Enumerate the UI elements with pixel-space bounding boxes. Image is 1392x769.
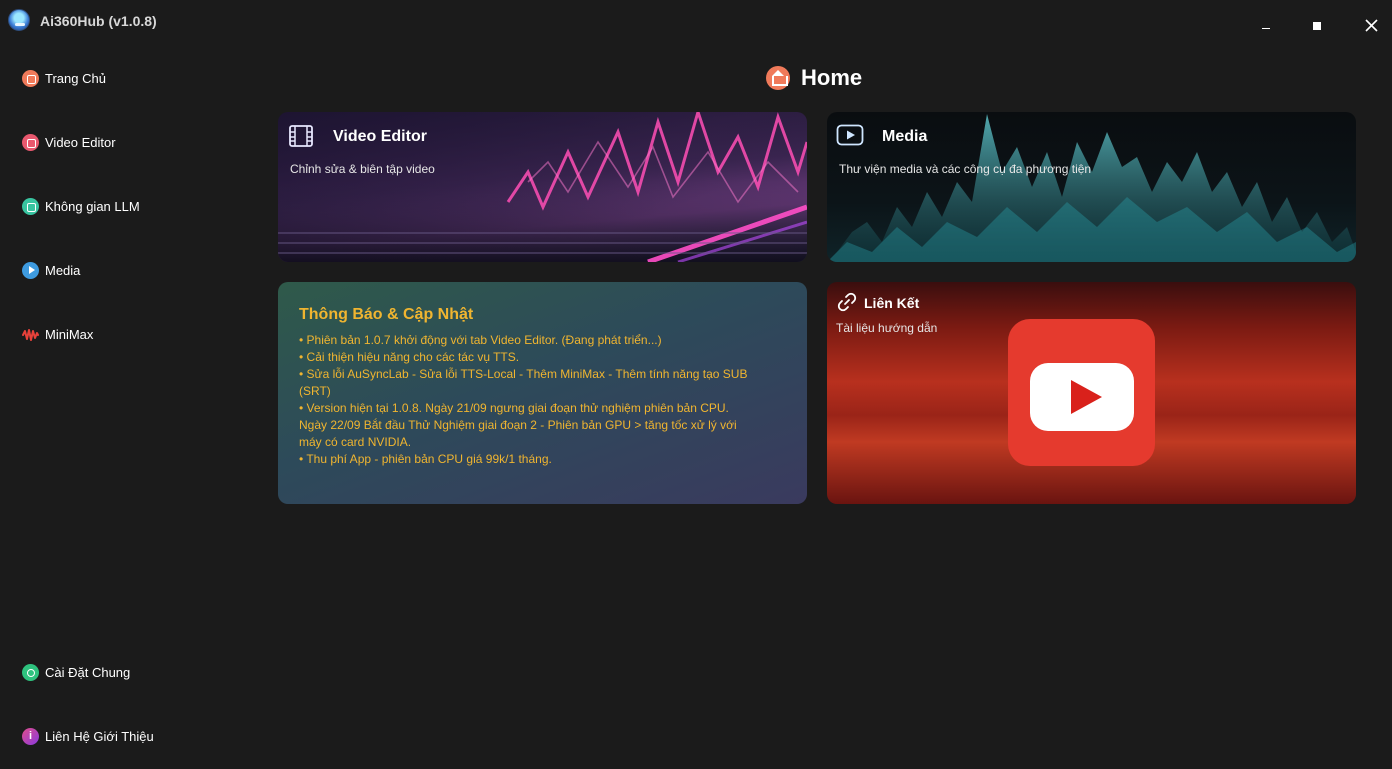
sidebar-item-label: Cài Đặt Chung	[45, 664, 131, 680]
sidebar: Trang Chủ Video Editor Không gian LLM Me…	[0, 44, 238, 769]
info-icon: i	[22, 727, 39, 745]
sidebar-item-settings[interactable]: Cài Đặt Chung	[22, 661, 130, 683]
media-card[interactable]: Media Thư viện media và các công cụ đa p…	[827, 112, 1356, 262]
waveform-icon	[22, 326, 39, 343]
card-title: Media	[882, 128, 928, 145]
sidebar-item-label: Media	[45, 262, 81, 278]
notice-line: (SRT)	[299, 384, 331, 398]
title-bar: Ai360Hub (v1.0.8)	[0, 0, 1392, 44]
home-icon	[766, 66, 790, 90]
maximize-button[interactable]	[1302, 10, 1332, 40]
sidebar-item-media[interactable]: Media	[22, 259, 80, 281]
page-title: Home	[801, 65, 863, 90]
notice-line: • Phiên bản 1.0.7 khởi động với tab Vide…	[299, 333, 662, 347]
notice-title: Thông Báo & Cập Nhật	[299, 306, 474, 323]
sidebar-item-label: Trang Chủ	[45, 70, 106, 86]
card-subtitle: Chỉnh sửa & biên tập video	[290, 162, 435, 176]
close-button[interactable]	[1357, 10, 1387, 40]
settings-icon	[22, 663, 39, 681]
minimize-button[interactable]	[1252, 10, 1282, 40]
video-editor-card[interactable]: Video Editor Chỉnh sửa & biên tập video	[278, 112, 807, 262]
close-icon	[1365, 19, 1378, 32]
play-icon	[22, 261, 39, 279]
notice-list: • Phiên bản 1.0.7 khởi động với tab Vide…	[299, 332, 789, 468]
link-icon	[836, 291, 858, 318]
sidebar-item-home[interactable]: Trang Chủ	[22, 67, 106, 89]
play-icon	[836, 124, 864, 151]
notice-card: Thông Báo & Cập Nhật • Phiên bản 1.0.7 k…	[278, 282, 807, 504]
sidebar-item-about[interactable]: i Liên Hệ Giới Thiệu	[22, 725, 154, 747]
llm-icon	[22, 197, 39, 215]
page-header: Home	[766, 64, 862, 92]
notice-line: • Sửa lỗi AuSyncLab - Sửa lỗi TTS-Local …	[299, 367, 748, 381]
card-subtitle: Thư viện media và các công cụ đa phương …	[839, 162, 1092, 176]
youtube-logo-icon[interactable]	[1008, 319, 1155, 466]
card-title: Liên Kết	[864, 295, 920, 311]
sidebar-item-llm[interactable]: Không gian LLM	[22, 195, 140, 217]
sidebar-item-label: MiniMax	[45, 326, 94, 342]
sidebar-item-label: Không gian LLM	[45, 198, 140, 214]
home-icon	[22, 69, 39, 87]
sidebar-item-label: Video Editor	[45, 134, 116, 150]
notice-line: • Cải thiện hiệu năng cho các tác vụ TTS…	[299, 350, 520, 364]
notice-line: Ngày 22/09 Bắt đầu Thử Nghiệm giai đoạn …	[299, 418, 737, 432]
card-title: Video Editor	[333, 128, 427, 145]
notice-line: • Thu phí App - phiên bản CPU giá 99k/1 …	[299, 452, 552, 466]
notice-line: máy có card NVIDIA.	[299, 435, 412, 449]
video-icon	[22, 133, 39, 151]
sidebar-item-minimax[interactable]: MiniMax	[22, 323, 93, 345]
app-title: Ai360Hub (v1.0.8)	[40, 13, 157, 29]
sidebar-item-label: Liên Hệ Giới Thiệu	[45, 728, 154, 744]
card-subtitle: Tài liệu hướng dẫn	[836, 321, 938, 335]
app-logo-icon	[8, 9, 30, 31]
film-icon	[288, 123, 314, 154]
links-card[interactable]: Liên Kết Tài liệu hướng dẫn	[827, 282, 1356, 504]
notice-line: • Version hiện tại 1.0.8. Ngày 21/09 ngư…	[299, 401, 729, 415]
sidebar-item-video-editor[interactable]: Video Editor	[22, 131, 116, 153]
